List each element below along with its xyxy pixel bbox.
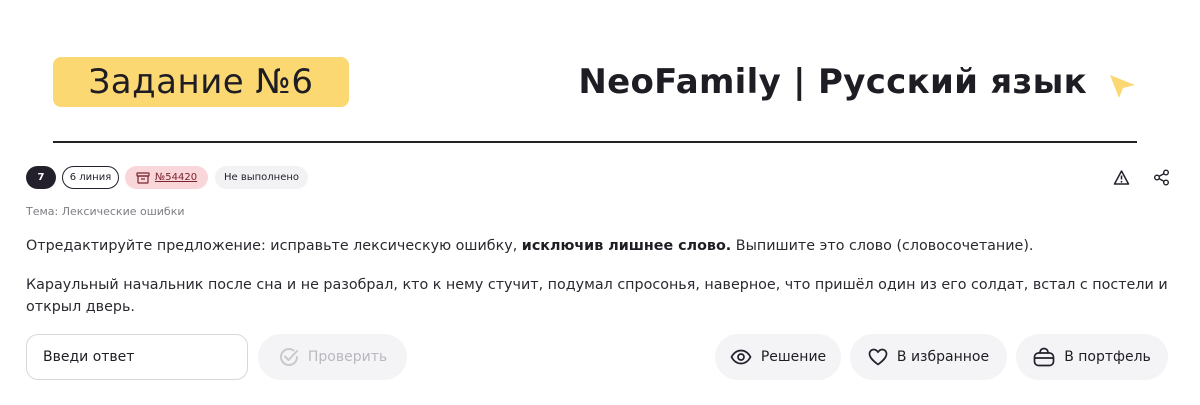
topic-label: Тема: Лексические ошибки [26,205,185,218]
check-button[interactable]: Проверить [258,334,407,380]
briefcase-icon [1033,347,1055,367]
task-instruction: Отредактируйте предложение: исправьте ле… [26,236,1176,256]
favorite-button[interactable]: В избранное [850,334,1007,380]
portfolio-button-label: В портфель [1064,349,1151,365]
task-id-link[interactable]: №54420 [155,166,197,189]
solution-button[interactable]: Решение [715,334,841,380]
brand-title: NeoFamily | Русский язык [578,62,1087,102]
cursor-arrow-icon [1110,75,1135,98]
task-number-badge: 7 [26,166,56,189]
heart-icon [868,348,888,366]
status-badge: Не выполнено [215,166,308,189]
eye-icon [730,349,752,365]
solution-button-label: Решение [760,349,827,365]
line-badge: 6 линия [62,166,119,189]
check-circle-icon [279,348,298,366]
instruction-text-bold: исключив лишнее слово. [521,238,732,254]
instruction-text-start: Отредактируйте предложение: исправьте ле… [26,238,518,254]
header-divider [53,141,1137,143]
task-id-badge[interactable]: №54420 [125,166,208,189]
portfolio-button[interactable]: В портфель [1016,334,1168,380]
archive-box-icon [136,171,150,184]
favorite-button-label: В избранное [896,349,990,365]
task-title: Задание №6 [53,57,349,107]
task-sentence: Караульный начальник после сна и не разо… [26,277,1168,315]
instruction-text-end: Выпишите это слово (словосочетание). [735,238,1034,254]
share-icon[interactable] [1153,169,1170,186]
warning-icon[interactable] [1113,169,1130,186]
answer-input[interactable] [26,334,248,380]
check-button-label: Проверить [307,349,388,365]
